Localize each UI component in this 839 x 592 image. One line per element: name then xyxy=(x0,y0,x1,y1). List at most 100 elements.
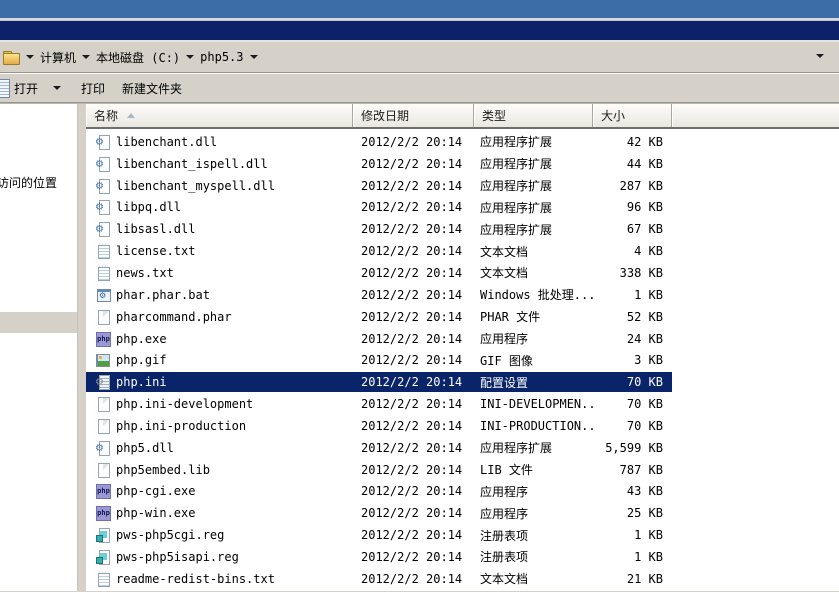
file-size: 44 KB xyxy=(593,157,672,171)
file-name: php5embed.lib xyxy=(116,463,210,477)
file-row[interactable]: php.ini 2012/2/2 20:14 配置设置 70 KB xyxy=(86,371,839,393)
file-size: 4 KB xyxy=(593,244,672,258)
open-dropdown-icon[interactable] xyxy=(53,86,61,90)
open-button[interactable]: 打开 xyxy=(14,80,38,97)
file-type: INI-DEVELOPMEN... xyxy=(474,397,593,411)
file-row[interactable]: libsasl.dll 2012/2/2 20:14 应用程序扩展 67 KB xyxy=(86,218,839,240)
column-header-type[interactable]: 类型 xyxy=(474,104,593,127)
generic-file-icon xyxy=(95,396,111,412)
file-name-cell: phar.phar.bat xyxy=(86,287,353,303)
registry-file-icon xyxy=(95,527,111,543)
file-row-selection-area: phar.phar.bat 2012/2/2 20:14 Windows 批处理… xyxy=(86,285,672,305)
file-row-selection-area: php.gif 2012/2/2 20:14 GIF 图像 3 KB xyxy=(86,350,672,370)
dll-file-icon xyxy=(95,156,111,172)
file-name-cell: pws-php5cgi.reg xyxy=(86,527,353,543)
file-name: pws-php5cgi.reg xyxy=(116,528,224,542)
file-row[interactable]: license.txt 2012/2/2 20:14 文本文档 4 KB xyxy=(86,240,839,262)
breadcrumb-computer[interactable]: 计算机 xyxy=(40,49,76,66)
file-name: libsasl.dll xyxy=(116,222,195,236)
file-row[interactable]: libenchant.dll 2012/2/2 20:14 应用程序扩展 42 … xyxy=(86,131,839,153)
print-button[interactable]: 打印 xyxy=(81,80,105,97)
file-row[interactable]: pws-php5isapi.reg 2012/2/2 20:14 注册表项 1 … xyxy=(86,546,839,568)
file-rows: libenchant.dll 2012/2/2 20:14 应用程序扩展 42 … xyxy=(86,129,839,591)
address-history-dropdown-icon[interactable] xyxy=(816,54,824,58)
column-header-row: 名称 修改日期 类型 大小 xyxy=(86,104,839,129)
file-date-modified: 2012/2/2 20:14 xyxy=(353,332,474,346)
text-file-icon xyxy=(95,265,111,281)
file-size: 67 KB xyxy=(593,222,672,236)
file-row[interactable]: libenchant_myspell.dll 2012/2/2 20:14 应用… xyxy=(86,175,839,197)
file-type: 注册表项 xyxy=(474,548,593,565)
file-row[interactable]: pws-php5cgi.reg 2012/2/2 20:14 注册表项 1 KB xyxy=(86,524,839,546)
breadcrumb-arrow-icon[interactable] xyxy=(186,55,194,59)
file-name: php.gif xyxy=(116,353,167,367)
file-type: 文本文档 xyxy=(474,570,593,587)
text-file-icon xyxy=(95,243,111,259)
column-header-name[interactable]: 名称 xyxy=(86,104,353,127)
file-row[interactable]: php-cgi.exe 2012/2/2 20:14 应用程序 43 KB xyxy=(86,481,839,503)
file-date-modified: 2012/2/2 20:14 xyxy=(353,550,474,564)
file-row-selection-area: pharcommand.phar 2012/2/2 20:14 PHAR 文件 … xyxy=(86,307,672,327)
file-name-cell: license.txt xyxy=(86,243,353,259)
column-header-size[interactable]: 大小 xyxy=(593,104,672,127)
file-row-selection-area: php-win.exe 2012/2/2 20:14 应用程序 25 KB xyxy=(86,503,672,523)
php-application-icon xyxy=(95,505,111,521)
file-row[interactable]: php5.dll 2012/2/2 20:14 应用程序扩展 5,599 KB xyxy=(86,437,839,459)
file-name-cell: libenchant_ispell.dll xyxy=(86,156,353,172)
file-name-cell: news.txt xyxy=(86,265,353,281)
file-name: php-win.exe xyxy=(116,506,195,520)
file-row[interactable]: news.txt 2012/2/2 20:14 文本文档 338 KB xyxy=(86,262,839,284)
file-type: 应用程序 xyxy=(474,330,593,347)
file-row[interactable]: pharcommand.phar 2012/2/2 20:14 PHAR 文件 … xyxy=(86,306,839,328)
file-row[interactable]: php.ini-development 2012/2/2 20:14 INI-D… xyxy=(86,393,839,415)
column-header-name-label: 名称 xyxy=(94,107,118,124)
file-name-cell: libsasl.dll xyxy=(86,221,353,237)
pane-splitter[interactable] xyxy=(78,104,86,591)
breadcrumb-arrow-icon[interactable] xyxy=(82,55,90,59)
file-row-selection-area: php5.dll 2012/2/2 20:14 应用程序扩展 5,599 KB xyxy=(86,438,672,458)
file-type: 文本文档 xyxy=(474,264,593,281)
dll-file-icon xyxy=(95,221,111,237)
file-date-modified: 2012/2/2 20:14 xyxy=(353,266,474,280)
file-row[interactable]: readme-redist-bins.txt 2012/2/2 20:14 文本… xyxy=(86,568,839,590)
column-header-date-modified[interactable]: 修改日期 xyxy=(353,104,474,127)
file-row[interactable]: libpq.dll 2012/2/2 20:14 应用程序扩展 96 KB xyxy=(86,197,839,219)
file-date-modified: 2012/2/2 20:14 xyxy=(353,506,474,520)
file-type: GIF 图像 xyxy=(474,352,593,369)
location-dropdown-icon[interactable] xyxy=(26,55,34,59)
file-row[interactable]: php.gif 2012/2/2 20:14 GIF 图像 3 KB xyxy=(86,349,839,371)
file-name-cell: readme-redist-bins.txt xyxy=(86,571,353,587)
breadcrumb-local-disk-c[interactable]: 本地磁盘 (C:) xyxy=(96,49,180,66)
file-row[interactable]: libenchant_ispell.dll 2012/2/2 20:14 应用程… xyxy=(86,153,839,175)
address-bar: 计算机 本地磁盘 (C:) php5.3 xyxy=(0,42,839,72)
navigation-pane: 最近访问的位置 xyxy=(0,104,78,591)
registry-file-icon xyxy=(95,549,111,565)
file-date-modified: 2012/2/2 20:14 xyxy=(353,222,474,236)
breadcrumb-arrow-icon[interactable] xyxy=(250,55,258,59)
file-row[interactable]: php.ini-production 2012/2/2 20:14 INI-PR… xyxy=(86,415,839,437)
location-folder-icon[interactable] xyxy=(3,50,20,65)
file-name: news.txt xyxy=(116,266,174,280)
file-type: PHAR 文件 xyxy=(474,308,593,325)
file-size: 42 KB xyxy=(593,135,672,149)
sidebar-item-recent-places[interactable]: 最近访问的位置 xyxy=(0,174,57,191)
file-size: 338 KB xyxy=(593,266,672,280)
explorer-window-titlebar[interactable] xyxy=(0,21,839,40)
file-row-selection-area: libsasl.dll 2012/2/2 20:14 应用程序扩展 67 KB xyxy=(86,219,672,239)
breadcrumb-php53[interactable]: php5.3 xyxy=(200,50,243,64)
file-row[interactable]: php5embed.lib 2012/2/2 20:14 LIB 文件 787 … xyxy=(86,459,839,481)
file-row[interactable]: phar.phar.bat 2012/2/2 20:14 Windows 批处理… xyxy=(86,284,839,306)
generic-file-icon xyxy=(95,462,111,478)
file-row-selection-area: libenchant_ispell.dll 2012/2/2 20:14 应用程… xyxy=(86,154,672,174)
file-name-cell: pws-php5isapi.reg xyxy=(86,549,353,565)
file-row-selection-area: libpq.dll 2012/2/2 20:14 应用程序扩展 96 KB xyxy=(86,197,672,217)
file-row-selection-area: license.txt 2012/2/2 20:14 文本文档 4 KB xyxy=(86,241,672,261)
file-name-cell: libenchant_myspell.dll xyxy=(86,178,353,194)
file-date-modified: 2012/2/2 20:14 xyxy=(353,419,474,433)
file-name: pharcommand.phar xyxy=(116,310,232,324)
file-name: php.ini-production xyxy=(116,419,246,433)
file-row[interactable]: php-win.exe 2012/2/2 20:14 应用程序 25 KB xyxy=(86,502,839,524)
new-folder-button[interactable]: 新建文件夹 xyxy=(122,80,182,97)
file-size: 25 KB xyxy=(593,506,672,520)
file-row[interactable]: php.exe 2012/2/2 20:14 应用程序 24 KB xyxy=(86,328,839,350)
